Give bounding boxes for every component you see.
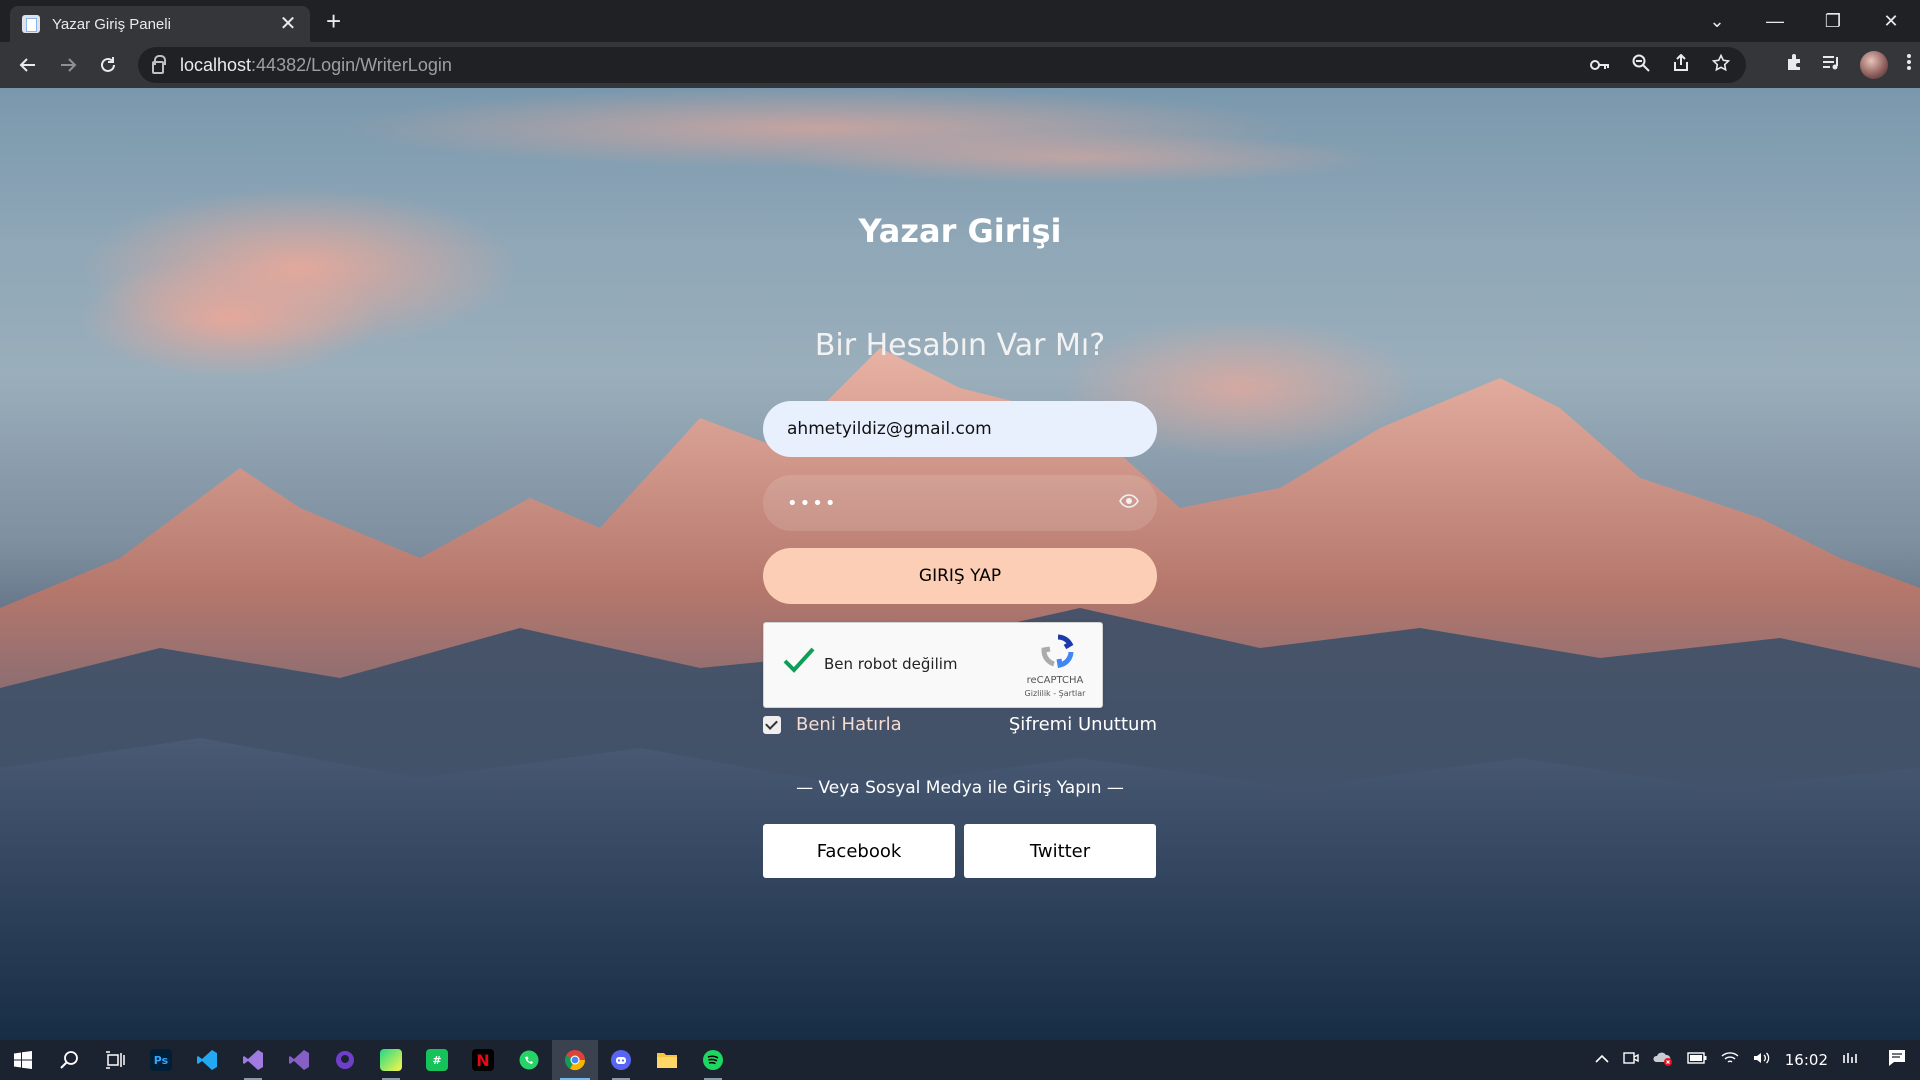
photoshop-label: Ps (150, 1049, 172, 1071)
task-view-icon[interactable] (92, 1040, 138, 1080)
tab-close-icon[interactable]: ✕ (278, 14, 298, 34)
new-tab-button[interactable]: + (326, 6, 341, 36)
close-window-button[interactable]: ✕ (1862, 11, 1920, 32)
zoom-icon[interactable] (1632, 54, 1650, 77)
whatsapp-icon[interactable] (506, 1040, 552, 1080)
discord-icon[interactable] (598, 1040, 644, 1080)
share-icon[interactable] (1672, 53, 1690, 77)
recaptcha-logo-icon (1041, 634, 1074, 669)
numbers-icon[interactable]: # (414, 1040, 460, 1080)
password-input[interactable] (763, 475, 1103, 531)
wifi-icon[interactable] (1721, 1051, 1739, 1069)
spotify-icon[interactable] (690, 1040, 736, 1080)
search-icon[interactable] (46, 1040, 92, 1080)
media-queue-icon[interactable] (1822, 54, 1842, 77)
keyboard-layout-icon[interactable] (1842, 1051, 1860, 1069)
login-submit-button[interactable]: GIRIŞ YAP (763, 548, 1157, 604)
windows-taskbar: Ps # N 16:02 (0, 1040, 1920, 1080)
url-host: localhost (180, 54, 252, 75)
profile-avatar[interactable] (1860, 51, 1888, 79)
show-password-eye-icon[interactable] (1119, 494, 1139, 508)
browser-menu-icon[interactable] (1906, 53, 1912, 77)
page-subtitle: Bir Hesabın Var Mı? (814, 328, 1106, 363)
volume-icon[interactable] (1753, 1051, 1771, 1069)
minimize-button[interactable]: — (1746, 11, 1804, 32)
recaptcha-label: Ben robot değilim (824, 655, 958, 673)
social-login-divider: — Veya Sosyal Medya ile Giriş Yapın — (796, 778, 1124, 798)
tab-search-chevron-icon[interactable]: ⌄ (1688, 11, 1746, 32)
file-explorer-icon[interactable] (644, 1040, 690, 1080)
netflix-icon[interactable]: N (460, 1040, 506, 1080)
address-bar[interactable]: localhost:44382/Login/WriterLogin (138, 47, 1746, 83)
forgot-password-link[interactable]: Şifremi Unuttum (1009, 714, 1157, 735)
page-favicon-icon (22, 15, 40, 33)
visual-studio-purple-icon[interactable] (276, 1040, 322, 1080)
facebook-login-button[interactable]: Facebook (763, 824, 955, 878)
battery-icon[interactable] (1687, 1052, 1707, 1068)
address-bar-actions (1590, 47, 1731, 83)
vscode-icon[interactable] (184, 1040, 230, 1080)
page-title: Yazar Girişi (858, 212, 1062, 250)
window-controls: ⌄ — ❐ ✕ (1688, 0, 1920, 42)
lock-icon[interactable] (152, 54, 166, 74)
twitter-login-button[interactable]: Twitter (964, 824, 1156, 878)
clock-time[interactable]: 16:02 (1785, 1051, 1828, 1069)
show-hidden-icons-chevron-icon[interactable] (1595, 1052, 1609, 1068)
photoshop-icon[interactable]: Ps (138, 1040, 184, 1080)
system-tray: 16:02 (1595, 1040, 1920, 1080)
forward-arrow-icon[interactable] (48, 45, 88, 85)
extensions-puzzle-icon[interactable] (1786, 53, 1804, 77)
recaptcha-brand: reCAPTCHA (1026, 675, 1084, 686)
remember-me-label: Beni Hatırla (796, 714, 902, 735)
bookmark-star-icon[interactable] (1711, 53, 1731, 77)
recaptcha-privacy-terms-links[interactable]: Gizlilik - Şartlar (1020, 689, 1090, 698)
pycharm-icon[interactable] (368, 1040, 414, 1080)
remember-me-checkbox[interactable] (763, 715, 781, 734)
tab-title: Yazar Giriş Paneli (52, 15, 171, 33)
restore-button[interactable]: ❐ (1804, 11, 1862, 32)
visual-studio-icon[interactable] (230, 1040, 276, 1080)
browser-tab[interactable]: Yazar Giriş Paneli ✕ (10, 6, 310, 42)
login-page: Yazar Girişi Bir Hesabın Var Mı? GIRIŞ Y… (0, 88, 1920, 1040)
start-icon[interactable] (0, 1040, 46, 1080)
password-field (763, 475, 1157, 531)
onedrive-error-icon[interactable] (1653, 1050, 1673, 1070)
back-arrow-icon[interactable] (8, 45, 48, 85)
email-input[interactable] (763, 401, 1157, 457)
recaptcha-widget: Ben robot değilim reCAPTCHA Gizlilik - Ş… (763, 622, 1103, 708)
reload-icon[interactable] (88, 45, 128, 85)
password-key-icon[interactable] (1590, 55, 1610, 76)
browser-toolbar: localhost:44382/Login/WriterLogin (0, 42, 1920, 88)
github-desktop-icon[interactable] (322, 1040, 368, 1080)
toolbar-right (1786, 42, 1912, 88)
remember-me[interactable]: Beni Hatırla (763, 714, 902, 735)
recaptcha-checkmark-icon[interactable] (782, 645, 816, 675)
notification-center-icon[interactable] (1888, 1049, 1906, 1071)
chrome-icon[interactable] (552, 1040, 598, 1080)
url-path: :44382/Login/WriterLogin (251, 54, 452, 75)
meet-now-icon[interactable] (1623, 1051, 1639, 1069)
browser-tab-strip: Yazar Giriş Paneli ✕ + ⌄ — ❐ ✕ (0, 0, 1920, 42)
